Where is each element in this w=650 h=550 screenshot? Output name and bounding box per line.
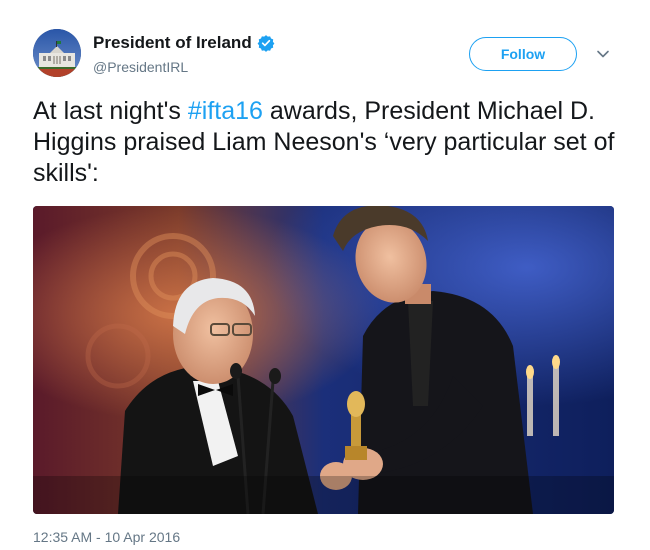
- author-handle[interactable]: @PresidentIRL: [93, 58, 188, 76]
- verified-badge-icon: [257, 34, 275, 52]
- author-name-row: President of Ireland: [93, 33, 275, 53]
- hashtag-link[interactable]: #ifta16: [188, 97, 263, 125]
- tweet-text: At last night's #ifta16 awards, Presiden…: [33, 96, 623, 189]
- building-icon: [33, 29, 81, 77]
- follow-button[interactable]: Follow: [469, 37, 577, 71]
- award-ceremony-photo: [33, 206, 614, 514]
- avatar[interactable]: [33, 29, 81, 77]
- chevron-down-icon[interactable]: [596, 47, 610, 61]
- tweet-text-prefix: At last night's: [33, 97, 188, 125]
- tweet-card: President of Ireland @PresidentIRL Follo…: [0, 0, 650, 550]
- tweet-photo[interactable]: [33, 206, 614, 514]
- tweet-timestamp[interactable]: 12:35 AM - 10 Apr 2016: [33, 528, 180, 546]
- author-display-name[interactable]: President of Ireland: [93, 33, 252, 53]
